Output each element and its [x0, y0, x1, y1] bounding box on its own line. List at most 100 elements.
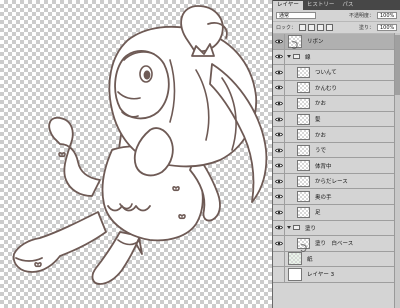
- indent: [285, 112, 294, 127]
- visibility-toggle[interactable]: [273, 158, 285, 173]
- eye-icon: [274, 86, 283, 90]
- canvas[interactable]: [0, 0, 272, 308]
- eye-icon: [274, 225, 283, 230]
- indent: [285, 158, 294, 173]
- layer-name: 塗り 白ベース: [315, 241, 354, 248]
- visibility-toggle[interactable]: [273, 267, 285, 282]
- layer-thumbnail: [288, 34, 302, 49]
- opacity-label: 不透明度：: [348, 13, 374, 19]
- eye-icon: [274, 148, 283, 152]
- fill-field[interactable]: 100%: [377, 24, 397, 31]
- lock-all-icon[interactable]: [326, 24, 334, 31]
- layer-row[interactable]: 足: [273, 205, 400, 221]
- layer-row[interactable]: 奥の手: [273, 189, 400, 206]
- visibility-toggle[interactable]: [273, 173, 285, 189]
- layer-row[interactable]: 塗り 白ベース: [273, 236, 400, 252]
- eye-icon: [274, 132, 283, 137]
- layer-thumbnail: [297, 206, 310, 218]
- layer-list-scrollbar[interactable]: [394, 33, 400, 308]
- layer-thumbnail: [297, 66, 310, 78]
- lock-position-icon[interactable]: [317, 24, 325, 31]
- eye-icon: [274, 194, 283, 199]
- opacity-field[interactable]: 100%: [377, 12, 397, 19]
- visibility-toggle[interactable]: [273, 205, 285, 220]
- layer-name: からだレース: [315, 179, 348, 186]
- layer-row[interactable]: レイヤー 3: [273, 267, 400, 283]
- layer-row[interactable]: ついんて: [273, 65, 400, 81]
- visibility-toggle[interactable]: [273, 127, 285, 142]
- indent: [285, 96, 294, 111]
- indent: [285, 127, 294, 142]
- layer-row[interactable]: からだレース: [273, 173, 400, 190]
- layer-name: かお: [315, 101, 327, 108]
- chibi-character-line-art: [12, 5, 268, 285]
- layer-name: 塗り: [305, 225, 317, 232]
- eye-icon: [274, 54, 283, 59]
- layer-thumbnail: [297, 82, 310, 94]
- layer-thumbnail: [297, 191, 310, 203]
- lock-label: ロック：: [276, 25, 297, 31]
- eye-icon: [274, 39, 283, 44]
- visibility-toggle[interactable]: [273, 49, 285, 65]
- layer-row[interactable]: リボン: [273, 34, 400, 50]
- visibility-toggle[interactable]: [273, 96, 285, 111]
- layer-thumbnail: [297, 113, 310, 125]
- layer-name: うで: [315, 148, 327, 155]
- layer-name: 足: [315, 210, 321, 217]
- layer-thumbnail: [297, 160, 310, 172]
- layer-row[interactable]: かんむり: [273, 80, 400, 97]
- tab-layers[interactable]: レイヤー: [273, 1, 303, 10]
- layer-group-row[interactable]: 線: [273, 49, 400, 66]
- layer-thumbnail: [297, 144, 310, 156]
- visibility-toggle[interactable]: [273, 236, 285, 251]
- layer-row[interactable]: 髪: [273, 111, 400, 128]
- group-folder: [287, 54, 300, 60]
- indent: [285, 236, 294, 251]
- visibility-toggle[interactable]: [273, 189, 285, 205]
- eye-icon: [274, 179, 283, 184]
- expand-triangle-icon[interactable]: [287, 226, 291, 230]
- layer-row[interactable]: うで: [273, 142, 400, 159]
- layer-thumbnail: [288, 267, 302, 281]
- layer-row[interactable]: かお: [273, 127, 400, 143]
- tab-history[interactable]: ヒストリー: [303, 1, 339, 10]
- visibility-toggle[interactable]: [273, 220, 285, 236]
- layer-row[interactable]: 体背中: [273, 158, 400, 174]
- layer-thumbnail: [297, 175, 310, 187]
- layer-row[interactable]: 紙: [273, 251, 400, 268]
- indent: [285, 65, 294, 80]
- eye-icon: [274, 163, 283, 168]
- layers-panel: レイヤー ヒストリー パス 通常 不透明度： 100% ロック： 塗り： 100…: [272, 0, 400, 308]
- eye-icon: [274, 210, 283, 215]
- expand-triangle-icon[interactable]: [287, 55, 291, 59]
- lock-transparency-icon[interactable]: [299, 24, 307, 31]
- visibility-toggle[interactable]: [273, 251, 285, 267]
- layer-thumbnail: [288, 252, 302, 266]
- blend-mode-select[interactable]: 通常: [276, 12, 316, 19]
- layer-name: リボン: [307, 39, 324, 46]
- visibility-toggle[interactable]: [273, 34, 285, 49]
- indent: [285, 143, 294, 158]
- folder-icon: [293, 54, 300, 60]
- layer-name: レイヤー 3: [307, 272, 335, 279]
- blend-opacity-row: 通常 不透明度： 100%: [273, 10, 400, 22]
- scrollbar-thumb[interactable]: [395, 35, 400, 95]
- indent: [285, 174, 294, 189]
- lock-fill-row: ロック： 塗り： 100%: [273, 22, 400, 34]
- layer-group-row[interactable]: 塗り: [273, 220, 400, 237]
- eye-icon: [274, 70, 283, 75]
- layer-name: ついんて: [315, 70, 337, 77]
- layer-name: 紙: [307, 256, 313, 263]
- visibility-toggle[interactable]: [273, 111, 285, 127]
- eye-icon: [274, 117, 283, 121]
- layer-name: かんむり: [315, 85, 338, 92]
- layer-thumbnail: [297, 129, 310, 141]
- visibility-toggle[interactable]: [273, 142, 285, 158]
- lock-pixels-icon[interactable]: [308, 24, 316, 31]
- layer-name: 体背中: [315, 163, 332, 170]
- visibility-toggle[interactable]: [273, 65, 285, 80]
- tab-paths[interactable]: パス: [338, 1, 357, 10]
- layer-row[interactable]: かお: [273, 96, 400, 112]
- visibility-toggle[interactable]: [273, 80, 285, 96]
- layer-name: 髪: [315, 117, 321, 123]
